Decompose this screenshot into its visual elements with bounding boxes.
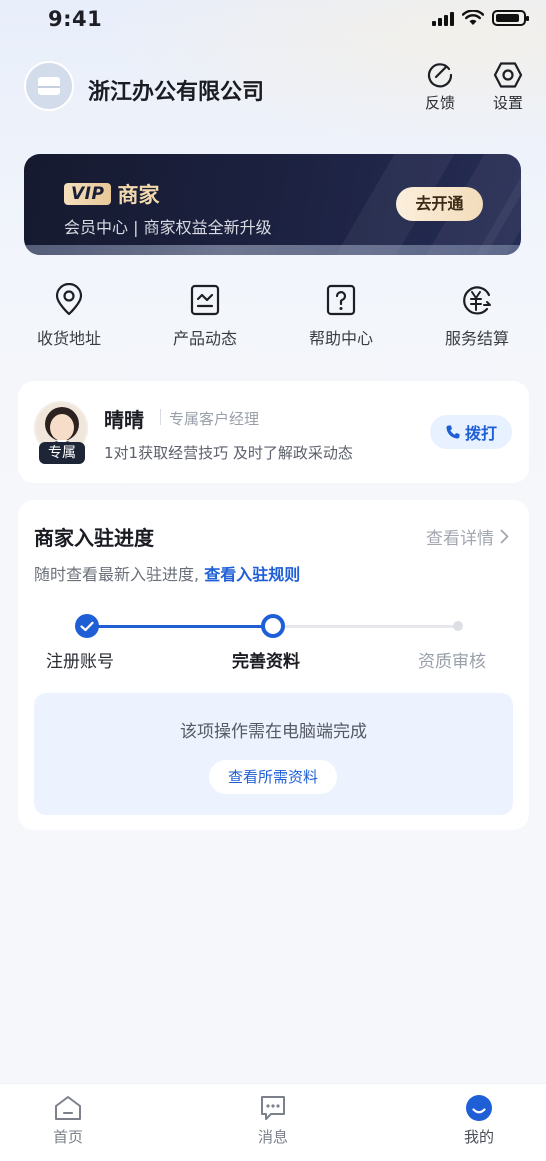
banner-edge <box>24 245 521 255</box>
cellular-signal-icon <box>432 11 454 26</box>
manager-description: 1对1获取经营技巧 及时了解政采动态 <box>104 444 353 462</box>
message-icon <box>261 1096 285 1120</box>
manager-exclusive-tag: 专属 <box>39 442 85 464</box>
step-todo-indicator <box>453 621 463 631</box>
status-time: 9:41 <box>48 7 103 31</box>
settings-label: 设置 <box>492 94 523 112</box>
tab-messages[interactable]: 消息 <box>228 1094 318 1147</box>
manager-name: 晴晴 <box>104 408 144 432</box>
vip-tag: VIP <box>64 183 112 205</box>
tab-label: 消息 <box>257 1128 288 1146</box>
shop-icon <box>38 77 60 95</box>
location-pin-icon <box>55 283 83 316</box>
settings-icon <box>493 62 523 88</box>
battery-icon <box>492 10 529 26</box>
quick-menu-label: 服务结算 <box>444 329 509 348</box>
step-label-qualification-review: 资质审核 <box>418 652 486 672</box>
step-done-check-icon <box>75 614 99 638</box>
quick-menu-settlement[interactable]: 服务结算 <box>427 283 527 349</box>
step-current-indicator <box>261 614 285 638</box>
manager-role: 专属客户经理 <box>169 410 260 428</box>
trend-chart-icon <box>190 284 220 316</box>
tab-label: 我的 <box>463 1128 494 1146</box>
status-bar: 9:41 <box>0 0 546 40</box>
step-line-done <box>88 625 273 628</box>
onboarding-rules-link[interactable]: 查看入驻规则 <box>204 565 300 584</box>
quick-menu-address[interactable]: 收货地址 <box>19 283 119 349</box>
onboarding-progress-card: 商家入驻进度 查看详情 随时查看最新入驻进度, 查看入驻规则 注册账号 完善资料… <box>18 500 529 830</box>
call-button[interactable]: 拨打 <box>430 415 512 449</box>
vip-title-text: 商家 <box>117 183 160 207</box>
account-manager-card: 专属 晴晴 专属客户经理 1对1获取经营技巧 及时了解政采动态 拨打 <box>18 381 529 483</box>
progress-title: 商家入驻进度 <box>34 526 154 550</box>
yuan-settlement-icon <box>463 286 491 315</box>
tab-bar: 首页 消息 我的 <box>0 1083 546 1161</box>
feedback-icon <box>427 63 453 88</box>
profile-smile-icon <box>466 1095 492 1121</box>
company-name[interactable]: 浙江办公有限公司 <box>88 74 264 106</box>
status-icons <box>432 10 529 26</box>
help-question-icon <box>326 284 356 316</box>
view-required-materials-button[interactable]: 查看所需资料 <box>209 760 337 794</box>
feedback-label: 反馈 <box>424 94 455 112</box>
view-details-label: 查看详情 <box>426 529 494 549</box>
vip-open-button[interactable]: 去开通 <box>396 187 483 221</box>
phone-icon <box>446 425 460 439</box>
tab-home[interactable]: 首页 <box>23 1094 113 1147</box>
tab-mine[interactable]: 我的 <box>434 1094 524 1147</box>
progress-subtitle-text: 随时查看最新入驻进度, <box>34 565 200 584</box>
quick-menu-product-news[interactable]: 产品动态 <box>155 283 255 349</box>
quick-menu-help-center[interactable]: 帮助中心 <box>291 283 391 349</box>
call-label: 拨打 <box>464 424 497 443</box>
company-avatar[interactable] <box>24 61 74 111</box>
step-line-todo <box>285 625 457 628</box>
tab-label: 首页 <box>52 1128 83 1146</box>
quick-menu-label: 产品动态 <box>172 329 237 348</box>
step-label-complete-info: 完善资料 <box>232 652 300 672</box>
step-label-register: 注册账号 <box>46 652 114 672</box>
progress-subtitle: 随时查看最新入驻进度, 查看入驻规则 <box>34 561 300 585</box>
vip-title: VIP 商家 <box>64 179 159 209</box>
quick-menu-label: 帮助中心 <box>308 329 373 348</box>
wifi-icon <box>462 10 484 25</box>
header: 浙江办公有限公司 反馈 设置 <box>22 60 532 118</box>
quick-menu: 收货地址 产品动态 帮助中心 服务结算 <box>0 283 546 353</box>
home-icon <box>55 1096 81 1120</box>
vip-subtitle: 会员中心 | 商家权益全新升级 <box>64 218 272 237</box>
divider <box>160 409 161 425</box>
progress-stepper: 注册账号 完善资料 资质审核 <box>18 610 529 672</box>
vip-banner[interactable]: VIP 商家 会员中心 | 商家权益全新升级 去开通 <box>24 154 521 255</box>
chevron-right-icon <box>500 529 509 544</box>
desktop-required-notice: 该项操作需在电脑端完成 查看所需资料 <box>34 693 513 815</box>
quick-menu-label: 收货地址 <box>36 329 101 348</box>
notice-text: 该项操作需在电脑端完成 <box>180 722 367 742</box>
settings-button[interactable]: 设置 <box>488 60 528 113</box>
view-details-link[interactable]: 查看详情 <box>426 524 509 549</box>
feedback-button[interactable]: 反馈 <box>420 60 460 113</box>
